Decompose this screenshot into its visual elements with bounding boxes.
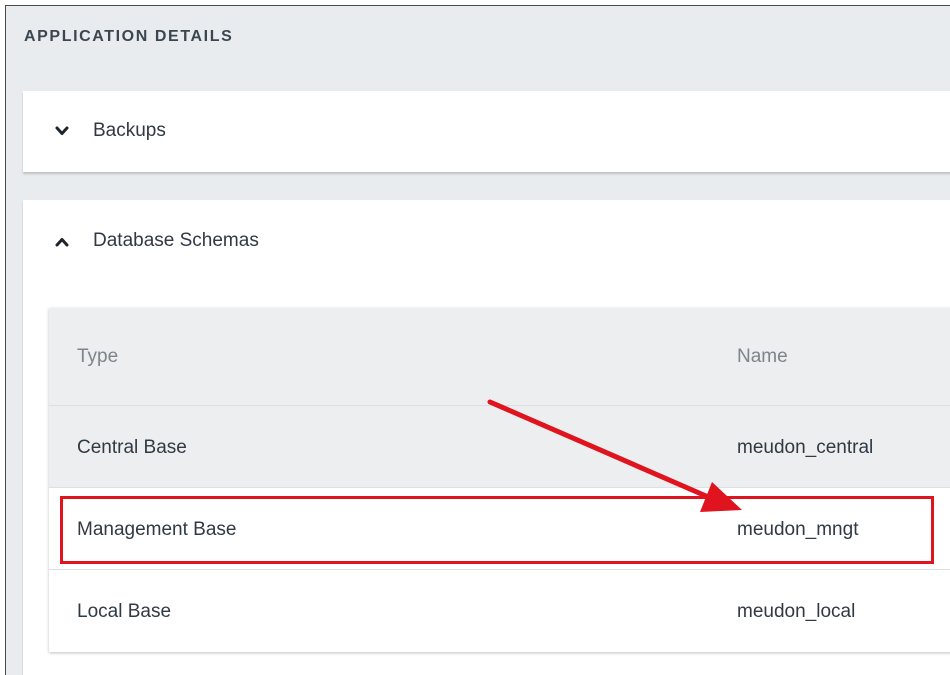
cell-type: Local Base (77, 601, 172, 622)
chevron-down-icon (55, 126, 69, 135)
cell-name: meudon_local (737, 601, 856, 622)
cell-type: Management Base (77, 519, 237, 540)
table-header-row: Type Name (49, 308, 950, 406)
column-header-type: Type (77, 346, 119, 367)
database-schemas-panel-header[interactable]: Database Schemas (23, 200, 950, 281)
section-title: APPLICATION DETAILS (24, 28, 234, 45)
column-header-name: Name (737, 346, 788, 367)
table-row[interactable]: Local Base meudon_local (49, 570, 950, 652)
database-schemas-panel-label: Database Schemas (93, 230, 259, 251)
cell-type: Central Base (77, 437, 187, 458)
table-row[interactable]: Central Base meudon_central (49, 406, 950, 488)
chevron-up-icon (55, 238, 69, 247)
application-details-container: APPLICATION DETAILS Backups Database Sch… (5, 5, 950, 675)
table-row[interactable]: Management Base meudon_mngt (49, 488, 950, 570)
database-schemas-panel: Database Schemas Type Name Central Base … (23, 200, 950, 675)
backups-panel-label: Backups (93, 120, 166, 141)
cell-name: meudon_mngt (737, 519, 859, 540)
cell-name: meudon_central (737, 437, 874, 458)
schemas-table: Type Name Central Base meudon_central Ma… (49, 308, 950, 652)
backups-panel: Backups (23, 91, 950, 172)
backups-panel-header[interactable]: Backups (23, 91, 950, 172)
